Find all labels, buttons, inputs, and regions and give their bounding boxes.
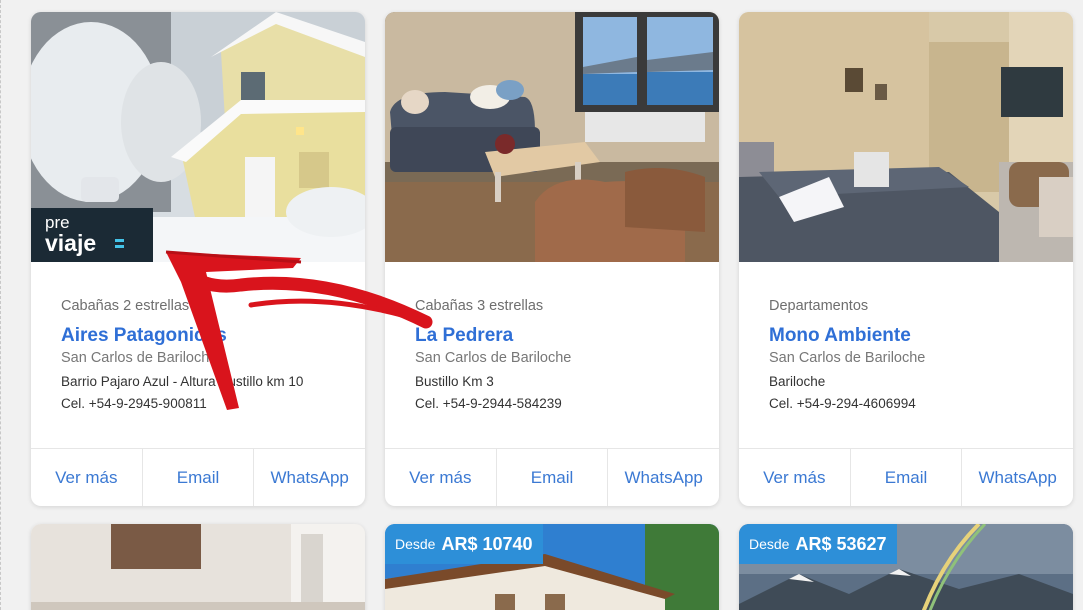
whatsapp-button[interactable]: WhatsApp <box>607 449 719 506</box>
email-button[interactable]: Email <box>141 449 254 506</box>
listing-address: Bariloche <box>769 374 826 389</box>
listing-phone: Cel. +54-9-2945-900811 <box>61 396 207 411</box>
ver-mas-button[interactable]: Ver más <box>385 449 496 506</box>
listing-photo[interactable] <box>739 12 1073 262</box>
listing-phone: Cel. +54-9-2944-584239 <box>415 396 562 411</box>
listing-address: Bustillo Km 3 <box>415 374 494 389</box>
listing-photo[interactable]: Desde AR$ 53627 <box>739 524 1073 610</box>
listing-city: San Carlos de Bariloche <box>769 350 926 366</box>
listing-title[interactable]: La Pedrera <box>415 324 709 348</box>
listing-title[interactable]: Mono Ambiente <box>769 324 1063 348</box>
email-button[interactable]: Email <box>849 449 962 506</box>
listing-category: Cabañas 2 estrellas <box>61 298 190 314</box>
listing-photo[interactable] <box>31 524 365 610</box>
whatsapp-button[interactable]: WhatsApp <box>253 449 365 506</box>
listing-photo[interactable] <box>385 12 719 262</box>
listing-card <box>31 524 365 610</box>
whatsapp-button[interactable]: WhatsApp <box>961 449 1073 506</box>
listing-card: Cabañas 3 estrellas La Pedrera San Carlo… <box>385 12 719 506</box>
listing-card: Desde AR$ 10740 <box>385 524 719 610</box>
listing-category: Departamentos <box>769 298 869 314</box>
listing-phone: Cel. +54-9-294-4606994 <box>769 396 916 411</box>
ver-mas-button[interactable]: Ver más <box>739 449 850 506</box>
listing-photo[interactable]: pre viaje <box>31 12 365 262</box>
listing-photo[interactable]: Desde AR$ 10740 <box>385 524 719 610</box>
listing-card: pre viaje Cabañas 2 estrellas Aires Pata… <box>31 12 365 506</box>
ver-mas-button[interactable]: Ver más <box>31 449 142 506</box>
listing-card: Departamentos Mono Ambiente San Carlos d… <box>739 12 1073 506</box>
email-button[interactable]: Email <box>495 449 608 506</box>
previaje-logo: pre viaje <box>31 208 153 262</box>
listing-city: San Carlos de Bariloche <box>415 350 572 366</box>
listing-address: Barrio Pajaro Azul - Altura Bustillo km … <box>61 374 304 389</box>
price-badge: Desde AR$ 10740 <box>385 524 543 564</box>
listing-card: Desde AR$ 53627 <box>739 524 1073 610</box>
listing-city: San Carlos de Bariloche <box>61 350 218 366</box>
price-badge: Desde AR$ 53627 <box>739 524 897 564</box>
listing-category: Cabañas 3 estrellas <box>415 298 544 314</box>
listing-title[interactable]: Aires Patagonicos <box>61 324 355 348</box>
